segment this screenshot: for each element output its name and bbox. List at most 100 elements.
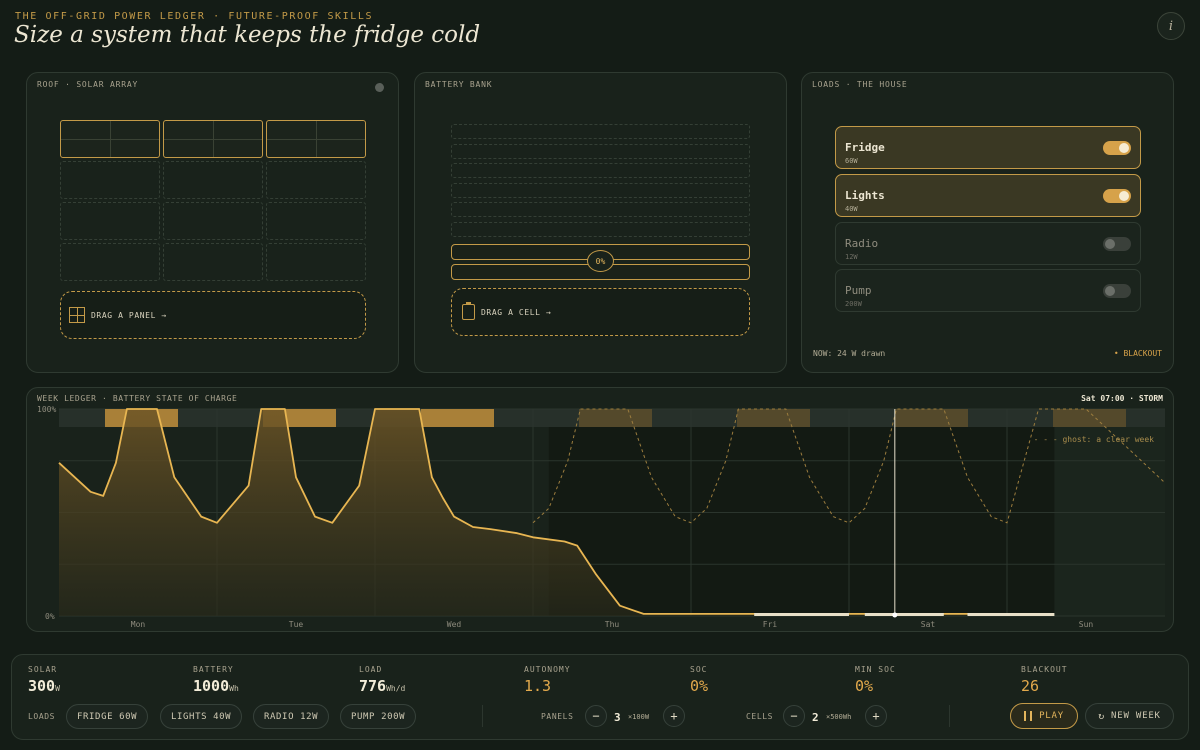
- status-dot-icon: [375, 83, 384, 92]
- app-kicker: THE OFF-GRID POWER LEDGER · FUTURE-PROOF…: [15, 11, 374, 22]
- stat-soc: SOC 0%: [690, 665, 708, 695]
- ledger-status: Sat 07:00 · STORM: [1081, 394, 1163, 403]
- load-lights[interactable]: Lights 40W: [835, 174, 1141, 217]
- stat-value: 1.3: [524, 677, 552, 695]
- divider: [949, 705, 950, 727]
- stat-label: LOAD: [359, 665, 383, 674]
- stat-load: LOAD 776Wh/d: [359, 665, 405, 695]
- soc-chart[interactable]: Mon Tue Wed Thu Fri Sat Sun 100% 0% - - - ghos…: [27, 388, 1174, 632]
- toggle-knob: [1105, 239, 1115, 249]
- day-label: Mon: [131, 620, 146, 629]
- pause-icon: [1024, 711, 1033, 721]
- panels-unit: ×100W: [628, 713, 650, 721]
- panels-increment-button[interactable]: +: [663, 705, 685, 727]
- battery-title: BATTERY BANK: [425, 80, 493, 89]
- solar-panel[interactable]: [60, 120, 160, 158]
- stat-value: 300: [28, 677, 56, 695]
- load-watts: 200W: [845, 300, 862, 308]
- day-label: Sat: [921, 620, 936, 629]
- empty-panel-slot[interactable]: [163, 243, 263, 281]
- day-label: Fri: [763, 620, 778, 629]
- empty-panel-slot[interactable]: [266, 202, 366, 240]
- load-watts: 40W: [845, 205, 858, 213]
- day-label: Wed: [447, 620, 462, 629]
- stat-label: AUTONOMY: [524, 665, 571, 674]
- empty-cell-slot[interactable]: [451, 124, 750, 139]
- load-watts: 12W: [845, 253, 858, 261]
- drag-cell-label: DRAG A CELL →: [481, 307, 552, 317]
- load-radio[interactable]: Radio 12W: [835, 222, 1141, 265]
- load-watts: 60W: [845, 157, 858, 165]
- chip-fridge[interactable]: FRIDGE 60W: [66, 704, 149, 729]
- cells-decrement-button[interactable]: −: [783, 705, 805, 727]
- chip-lights[interactable]: LIGHTS 40W: [160, 704, 243, 729]
- loads-panel: LOADS · THE HOUSE Fridge 60W Lights 40W …: [801, 72, 1174, 373]
- solar-panel-icon: [69, 307, 85, 323]
- empty-cell-slot[interactable]: [451, 163, 750, 178]
- stat-unit: Wh/d: [386, 684, 406, 693]
- stat-label: MIN SOC: [855, 665, 896, 674]
- week-ledger-panel: Mon Tue Wed Thu Fri Sat Sun 100% 0% - - - ghos…: [26, 387, 1174, 632]
- y-axis-top-label: 100%: [37, 405, 56, 414]
- battery-cell-icon: [462, 302, 475, 320]
- drag-panel-label: DRAG A PANEL →: [91, 310, 167, 320]
- new-week-button[interactable]: ↻ NEW WEEK: [1085, 703, 1174, 729]
- lights-toggle[interactable]: [1103, 189, 1131, 203]
- refresh-icon: ↻: [1098, 710, 1106, 722]
- panels-decrement-button[interactable]: −: [585, 705, 607, 727]
- cells-unit: ×500Wh: [826, 713, 852, 721]
- empty-cell-slot[interactable]: [451, 143, 750, 159]
- stat-blackout: BLACKOUT 26: [1021, 665, 1068, 695]
- stat-unit: W: [55, 684, 60, 693]
- drag-cell-zone[interactable]: DRAG A CELL →: [451, 288, 750, 336]
- load-fridge[interactable]: Fridge 60W: [835, 126, 1141, 169]
- stat-unit: Wh: [229, 684, 239, 693]
- load-name: Radio: [845, 237, 879, 250]
- empty-cell-slot[interactable]: [451, 182, 750, 198]
- load-name: Lights: [845, 189, 885, 202]
- solar-panel[interactable]: [266, 120, 366, 158]
- empty-panel-slot[interactable]: [266, 243, 366, 281]
- now-drawn-readout: NOW: 24 W drawn: [813, 349, 886, 358]
- sun-band: [1053, 409, 1126, 427]
- chip-pump[interactable]: PUMP 200W: [340, 704, 417, 729]
- radio-toggle[interactable]: [1103, 237, 1131, 251]
- empty-panel-slot[interactable]: [60, 243, 160, 281]
- solar-panel[interactable]: [163, 120, 263, 158]
- load-name: Pump: [845, 284, 872, 297]
- blackout-indicator: • BLACKOUT: [1113, 349, 1162, 358]
- stat-value: 0%: [855, 677, 874, 695]
- sun-band: [579, 409, 652, 427]
- sun-band: [421, 409, 494, 427]
- soc-badge: 0%: [587, 250, 614, 272]
- empty-cell-slot[interactable]: [451, 221, 750, 237]
- stat-value: 1000: [193, 677, 230, 695]
- cursor-dot: [892, 612, 898, 618]
- load-pump[interactable]: Pump 200W: [835, 269, 1141, 312]
- empty-panel-slot[interactable]: [163, 202, 263, 240]
- play-button[interactable]: PLAY: [1010, 703, 1078, 729]
- drag-panel-zone[interactable]: DRAG A PANEL →: [60, 291, 366, 339]
- empty-panel-slot[interactable]: [163, 161, 263, 199]
- toggle-knob: [1105, 286, 1115, 296]
- stat-label: BATTERY: [193, 665, 234, 674]
- chip-radio[interactable]: RADIO 12W: [253, 704, 330, 729]
- new-week-label: NEW WEEK: [1111, 711, 1161, 721]
- day-label: Sun: [1079, 620, 1094, 629]
- day-label: Tue: [289, 620, 304, 629]
- stat-solar: SOLAR 300W: [28, 665, 60, 695]
- fridge-toggle[interactable]: [1103, 141, 1131, 155]
- empty-panel-slot[interactable]: [60, 161, 160, 199]
- empty-cell-slot[interactable]: [451, 202, 750, 217]
- blackout-bar: [967, 613, 1055, 616]
- y-axis-bottom-label: 0%: [45, 612, 55, 621]
- empty-panel-slot[interactable]: [266, 161, 366, 199]
- toggle-knob: [1119, 143, 1129, 153]
- empty-panel-slot[interactable]: [60, 202, 160, 240]
- pump-toggle[interactable]: [1103, 284, 1131, 298]
- divider: [482, 705, 483, 727]
- stat-value: 26: [1021, 677, 1040, 695]
- cells-increment-button[interactable]: +: [865, 705, 887, 727]
- stat-value: 0%: [690, 677, 709, 695]
- info-button[interactable]: i: [1157, 12, 1185, 40]
